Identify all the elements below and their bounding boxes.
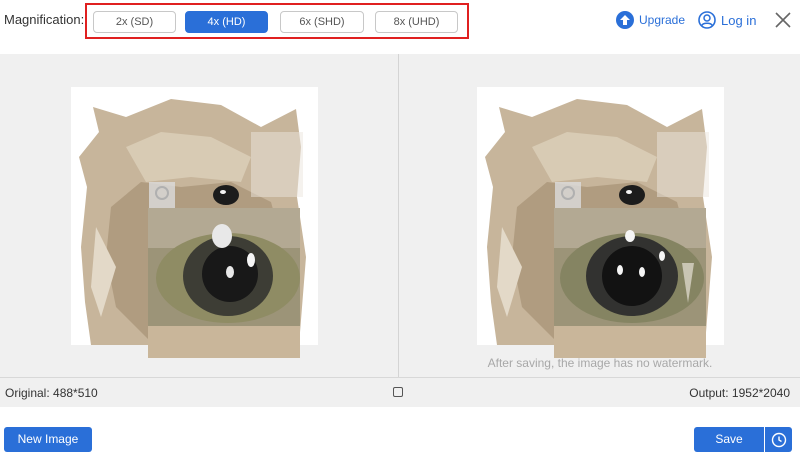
output-size: Output: 1952*2040 (689, 386, 790, 400)
mag-option-2x[interactable]: 2x (SD) (93, 11, 176, 33)
compare-toggle-icon[interactable] (393, 387, 403, 397)
history-button[interactable] (765, 427, 792, 452)
top-bar: Magnification: 2x (SD) 4x (HD) 6x (SHD) … (0, 0, 800, 54)
watermark-note: After saving, the image has no watermark… (487, 356, 713, 370)
upgrade-arrow-icon (616, 11, 634, 29)
mag-option-6x[interactable]: 6x (SHD) (280, 11, 364, 33)
preview-divider[interactable] (398, 54, 399, 377)
login-link[interactable]: Log in (698, 10, 756, 30)
user-icon (698, 11, 716, 29)
original-zoom-loupe (148, 208, 300, 358)
login-label: Log in (721, 12, 757, 28)
upgrade-link[interactable]: Upgrade (616, 10, 685, 30)
new-image-button[interactable]: New Image (4, 427, 92, 452)
info-bar: Original: 488*510 Output: 1952*2040 (0, 377, 800, 407)
magnification-highlight-box: 2x (SD) 4x (HD) 6x (SHD) 8x (UHD) (85, 3, 469, 39)
close-icon[interactable] (773, 10, 793, 30)
magnification-label: Magnification: (4, 12, 85, 27)
preview-workspace: After saving, the image has no watermark… (0, 54, 800, 377)
original-size: Original: 488*510 (5, 386, 98, 400)
upgrade-label: Upgrade (639, 13, 686, 27)
bottom-bar: New Image Save (0, 407, 800, 465)
mag-option-8x[interactable]: 8x (UHD) (375, 11, 458, 33)
clock-icon (771, 432, 786, 447)
mag-option-4x[interactable]: 4x (HD) (185, 11, 268, 33)
output-zoom-loupe (554, 208, 706, 358)
save-button[interactable]: Save (694, 427, 764, 452)
